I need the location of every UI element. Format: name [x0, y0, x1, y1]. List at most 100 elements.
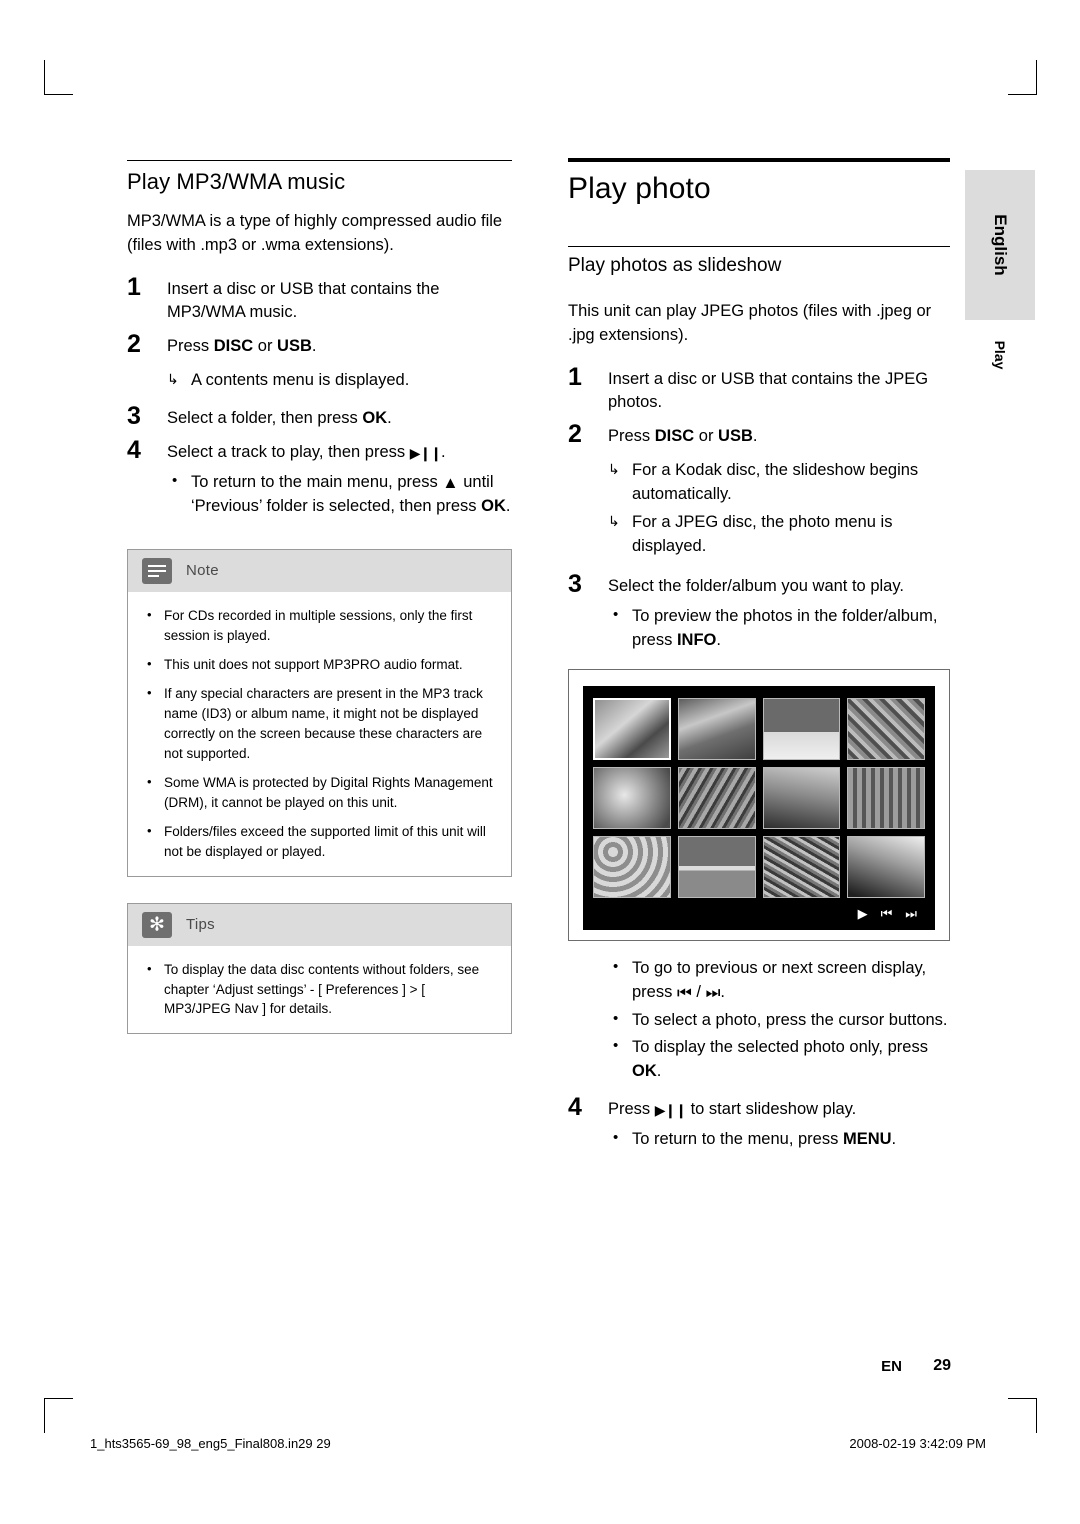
thumbnail-item	[593, 835, 671, 898]
keyword-disc: DISC	[654, 427, 695, 446]
keyword-usb: USB	[277, 337, 312, 356]
step-text-post: .	[311, 337, 317, 356]
thumbnail-item	[847, 697, 925, 760]
step-number: 3	[127, 402, 141, 431]
next-icon: ⏭	[705, 983, 721, 1002]
thumbnail-item	[677, 835, 756, 898]
intro-paragraph-photo: This unit can play JPEG photos (files wi…	[568, 302, 932, 345]
crop-mark-top-left	[44, 60, 73, 95]
side-label-text: Play	[992, 340, 1008, 370]
step-text-pre: Select a folder, then press	[167, 409, 363, 428]
step-1-photo: 1 Insert a disc or USB that contains the…	[568, 363, 950, 416]
previous-icon: ⏮	[676, 983, 692, 1002]
left-column: Play MP3/WMA music MP3/WMA is a type of …	[127, 160, 512, 1035]
note-item-text: If any special characters are present in…	[164, 685, 483, 761]
step-text: Press ▶❙❙ to start slideshow play.	[608, 1100, 856, 1118]
up-arrow-icon: ▲	[442, 474, 459, 493]
bullet-text: To return to the main menu, press ▲ unti…	[191, 473, 510, 515]
step-4-mp3: 4 Select a track to play, then press ▶❙❙…	[127, 436, 512, 465]
bullet-icon: •	[147, 684, 152, 700]
thumbnail-item	[762, 697, 841, 760]
crop-mark-bottom-left	[44, 1398, 73, 1433]
bullet-icon: •	[147, 822, 152, 838]
arrow-icon: ↳	[608, 513, 620, 530]
note-item-text: This unit does not support MP3PRO audio …	[164, 656, 463, 672]
footer-file-info: 1_hts3565-69_98_eng5_Final808.in29 29	[90, 1436, 331, 1451]
divider-left-top	[127, 160, 512, 161]
bullet-prev-next-screen: • To go to previous or next screen displ…	[568, 957, 950, 1005]
keyword-usb: USB	[718, 427, 753, 446]
step-number: 2	[127, 330, 141, 359]
step-text: Insert a disc or USB that contains the M…	[167, 279, 440, 322]
arrow-text: For a Kodak disc, the slideshow begins a…	[632, 461, 919, 504]
note-item: • If any special characters are present i…	[144, 684, 495, 764]
crop-mark-bottom-right	[1008, 1398, 1037, 1433]
step-text-pre: Press	[608, 427, 655, 446]
thumbnail-item	[762, 835, 841, 898]
keyword-ok: OK	[632, 1062, 657, 1081]
step-3-mp3: 3 Select a folder, then press OK.	[127, 402, 512, 431]
bullet-icon: •	[147, 773, 152, 789]
tv-screen: ▶ ⏮ ⏭	[583, 685, 935, 930]
section-heading-mp3: Play MP3/WMA music	[127, 169, 346, 194]
previous-icon: ⏮	[880, 905, 893, 921]
note-item-text: For CDs recorded in multiple sessions, o…	[164, 607, 473, 643]
note-item: • For CDs recorded in multiple sessions, …	[144, 606, 495, 646]
next-icon: ⏭	[905, 905, 917, 921]
tips-box-body: • To display the data disc contents witho…	[128, 946, 511, 1034]
bullet-text-pre: To display the selected photo only, pres…	[632, 1038, 928, 1057]
arrow-icon: ↳	[167, 371, 179, 388]
right-column: Play photo Play photos as slideshow This…	[568, 158, 950, 1156]
bullet-text-post: .	[716, 630, 721, 649]
thumbnail-item	[593, 697, 671, 760]
step-3-photo: 3 Select the folder/album you want to pl…	[568, 570, 950, 599]
divider-right-sub	[568, 246, 950, 247]
bullet-icon: •	[147, 606, 152, 622]
subsection-heading-slideshow: Play photos as slideshow	[568, 255, 782, 276]
bullet-text-post: .	[505, 496, 511, 515]
bullet-text-pre: To return to the menu, press	[632, 1130, 843, 1149]
thumbnail-item	[847, 766, 925, 829]
step-number: 1	[127, 272, 141, 301]
step-1-mp3: 1 Insert a disc or USB that contains the…	[127, 273, 512, 326]
play-icon: ▶	[857, 905, 868, 921]
bullet-icon: •	[613, 1009, 619, 1027]
step-text-pre: Select a track to play, then press	[167, 443, 410, 462]
bullet-icon: •	[172, 472, 178, 490]
step-number: 4	[568, 1093, 582, 1122]
bullet-icon: •	[613, 957, 619, 975]
step-text-pre: Press	[167, 337, 214, 356]
step-text-mid: or	[694, 427, 719, 446]
step-text-post: .	[440, 443, 446, 462]
thumbnail-grid	[593, 697, 925, 898]
step-text-post: to start slideshow play.	[686, 1100, 857, 1119]
bullet-icon: •	[613, 605, 619, 623]
osd-playback-controls: ▶ ⏮ ⏭	[593, 898, 925, 924]
keyword-ok: OK	[362, 409, 388, 428]
note-icon	[142, 557, 172, 584]
divider-right-top	[568, 158, 950, 162]
note-box-title: Note	[186, 562, 219, 580]
step-4-bullet-menu: • To return to the menu, press MENU.	[568, 1128, 950, 1152]
note-item: • This unit does not support MP3PRO audio…	[144, 655, 495, 675]
step-3-bullet-preview: • To preview the photos in the folder/al…	[568, 605, 950, 653]
crop-mark-top-right	[1008, 60, 1037, 95]
bullet-text: To preview the photos in the folder/albu…	[632, 607, 937, 649]
step-number: 4	[127, 436, 141, 465]
step-text: Select the folder/album you want to play…	[608, 576, 904, 595]
play-pause-icon: ▶❙❙	[654, 1102, 687, 1119]
bullet-text: To select a photo, press the cursor butt…	[632, 1010, 948, 1029]
thumbnail-item	[762, 766, 841, 829]
keyword-ok: OK	[481, 496, 506, 515]
bullet-icon: •	[613, 1037, 619, 1055]
bullet-icon: •	[147, 655, 152, 671]
thumbnail-item	[677, 766, 756, 829]
bullet-text-post: .	[656, 1062, 662, 1081]
side-tab-label: English	[991, 214, 1010, 276]
step-2-photo: 2 Press DISC or USB.	[568, 420, 950, 449]
step-number: 2	[568, 420, 582, 449]
step-text: Select a folder, then press OK.	[167, 409, 392, 427]
tips-item-text: To display the data disc contents withou…	[164, 961, 480, 1017]
side-label-play: Play	[965, 330, 1035, 380]
manual-page: Play MP3/WMA music MP3/WMA is a type of …	[0, 0, 1080, 1524]
